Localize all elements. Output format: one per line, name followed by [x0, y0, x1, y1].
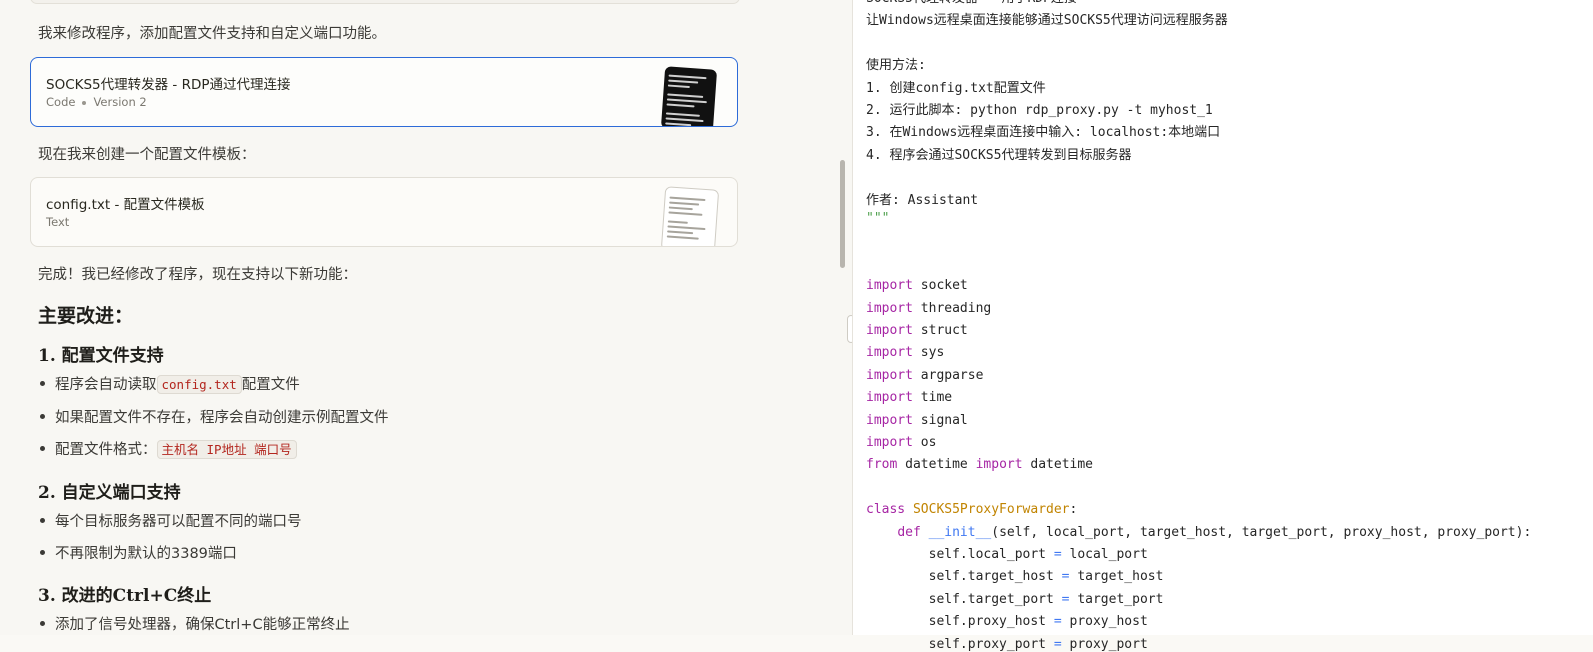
code-line: """	[866, 211, 890, 226]
heading-custom-port: 2. 自定义端口支持	[38, 483, 181, 503]
list-item: 每个目标服务器可以配置不同的端口号	[40, 510, 302, 531]
artifact-card-text[interactable]: config.txt - 配置文件模板 Text	[30, 177, 738, 247]
code-line: 使用方法:	[866, 58, 926, 74]
artifact-card-code[interactable]: SOCKS5代理转发器 - RDP通过代理连接 Code Version 2	[30, 57, 738, 127]
intro-text: 我来修改程序，添加配置文件支持和自定义端口功能。	[38, 26, 386, 42]
code-line: 4. 程序会通过SOCKS5代理转发到目标服务器	[866, 147, 1132, 163]
artifact-version: Version 2	[93, 95, 147, 109]
code-line: 让Windows远程桌面连接能够通过SOCKS5代理访问远程服务器	[866, 13, 1228, 29]
code-line: def __init__(self, local_port, target_ho…	[897, 524, 1532, 540]
code-line: import struct	[866, 323, 968, 338]
code-line: self.target_host = target_host	[866, 569, 1164, 585]
code-line: 3. 在Windows远程桌面连接中输入: localhost:本地端口	[866, 125, 1221, 141]
template-text: 现在我来创建一个配置文件模板：	[38, 147, 256, 163]
done-text: 完成！我已经修改了程序，现在支持以下新功能：	[38, 267, 357, 283]
code-line: import time	[866, 390, 953, 406]
previous-artifact-card[interactable]	[30, 0, 740, 4]
code-line: import signal	[866, 412, 968, 428]
chat-panel: 我来修改程序，添加配置文件支持和自定义端口功能。 SOCKS5代理转发器 - R…	[0, 0, 852, 635]
code-line: import sys	[866, 345, 945, 361]
artifact-title: SOCKS5代理转发器 - RDP通过代理连接	[46, 77, 291, 93]
list-item: 如果配置文件不存在，程序会自动创建示例配置文件	[40, 406, 389, 427]
code-line: import threading	[866, 300, 992, 316]
code-line: self.proxy_port = proxy_port	[866, 636, 1148, 652]
artifact-title: config.txt - 配置文件模板	[46, 197, 205, 213]
code-thumbnail	[660, 66, 718, 126]
code-line: 1. 创建config.txt配置文件	[866, 80, 1046, 96]
list-item: 不再限制为默认的3389端口	[40, 542, 237, 563]
heading-ctrl-c: 3. 改进的Ctrl+C终止	[38, 586, 212, 606]
code-line: SOCKS5代理转发器 - 用于RDP连接	[866, 0, 1077, 6]
artifact-meta: Code Version 2	[46, 95, 147, 109]
list-item: 添加了信号处理器，确保Ctrl+C能够正常终止	[40, 613, 350, 634]
code-line: self.local_port = local_port	[866, 547, 1148, 562]
code-line: import os	[866, 435, 937, 450]
text-thumbnail	[660, 186, 720, 246]
code-line: 作者: Assistant	[866, 192, 979, 208]
code-line: class SOCKS5ProxyForwarder:	[866, 502, 1078, 518]
chat-scrollbar[interactable]	[838, 0, 846, 635]
list-item: 配置文件格式： 主机名 IP地址 端口号	[40, 438, 297, 459]
separator-dot	[82, 100, 87, 105]
heading-main-improvements: 主要改进：	[38, 305, 134, 327]
code-line: import socket	[866, 278, 968, 294]
code-line: self.target_port = target_port	[866, 591, 1164, 607]
code-line: import argparse	[866, 367, 984, 383]
code-line: 2. 运行此脚本: python rdp_proxy.py -t myhost_…	[866, 103, 1213, 118]
inline-code: 主机名 IP地址 端口号	[156, 440, 297, 459]
code-line: self.proxy_host = proxy_host	[866, 614, 1148, 630]
chat-scrollbar-thumb[interactable]	[840, 160, 845, 268]
inline-code: config.txt	[156, 375, 242, 394]
artifact-type: Text	[46, 215, 70, 229]
artifact-type: Code	[46, 95, 76, 109]
code-line: from datetime import datetime	[866, 457, 1094, 473]
list-item: 程序会自动读取 config.txt 配置文件	[40, 373, 300, 394]
heading-config-support: 1. 配置文件支持	[38, 346, 164, 366]
